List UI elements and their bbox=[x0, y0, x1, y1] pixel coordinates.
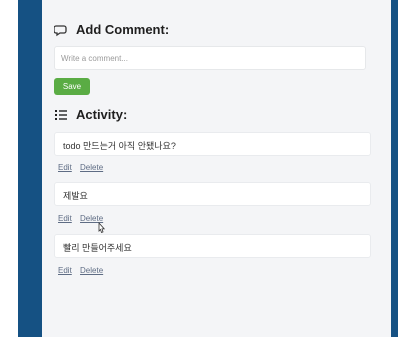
comment-actions: Edit Delete bbox=[58, 163, 109, 172]
edit-link[interactable]: Edit bbox=[58, 163, 72, 172]
save-button[interactable]: Save bbox=[54, 78, 90, 95]
delete-link[interactable]: Delete bbox=[80, 266, 103, 275]
comment-actions: Edit Delete bbox=[58, 266, 109, 275]
add-comment-title: Add Comment: bbox=[76, 22, 170, 37]
edit-link[interactable]: Edit bbox=[58, 266, 72, 275]
activity-comment: 빨리 만들어주세요 bbox=[54, 234, 371, 258]
comment-input[interactable] bbox=[54, 46, 366, 70]
delete-link[interactable]: Delete bbox=[80, 163, 103, 172]
activity-comment: 제발요 bbox=[54, 182, 371, 206]
activity-heading: Activity: bbox=[54, 107, 127, 122]
mouse-pointer-icon bbox=[98, 222, 106, 234]
edit-link[interactable]: Edit bbox=[58, 214, 72, 223]
list-icon bbox=[55, 109, 67, 120]
activity-title: Activity: bbox=[76, 107, 128, 122]
add-comment-heading: Add Comment: bbox=[54, 22, 169, 37]
comment-icon bbox=[54, 24, 67, 36]
activity-comment: todo 만드는거 아직 안됐나요? bbox=[54, 132, 371, 156]
